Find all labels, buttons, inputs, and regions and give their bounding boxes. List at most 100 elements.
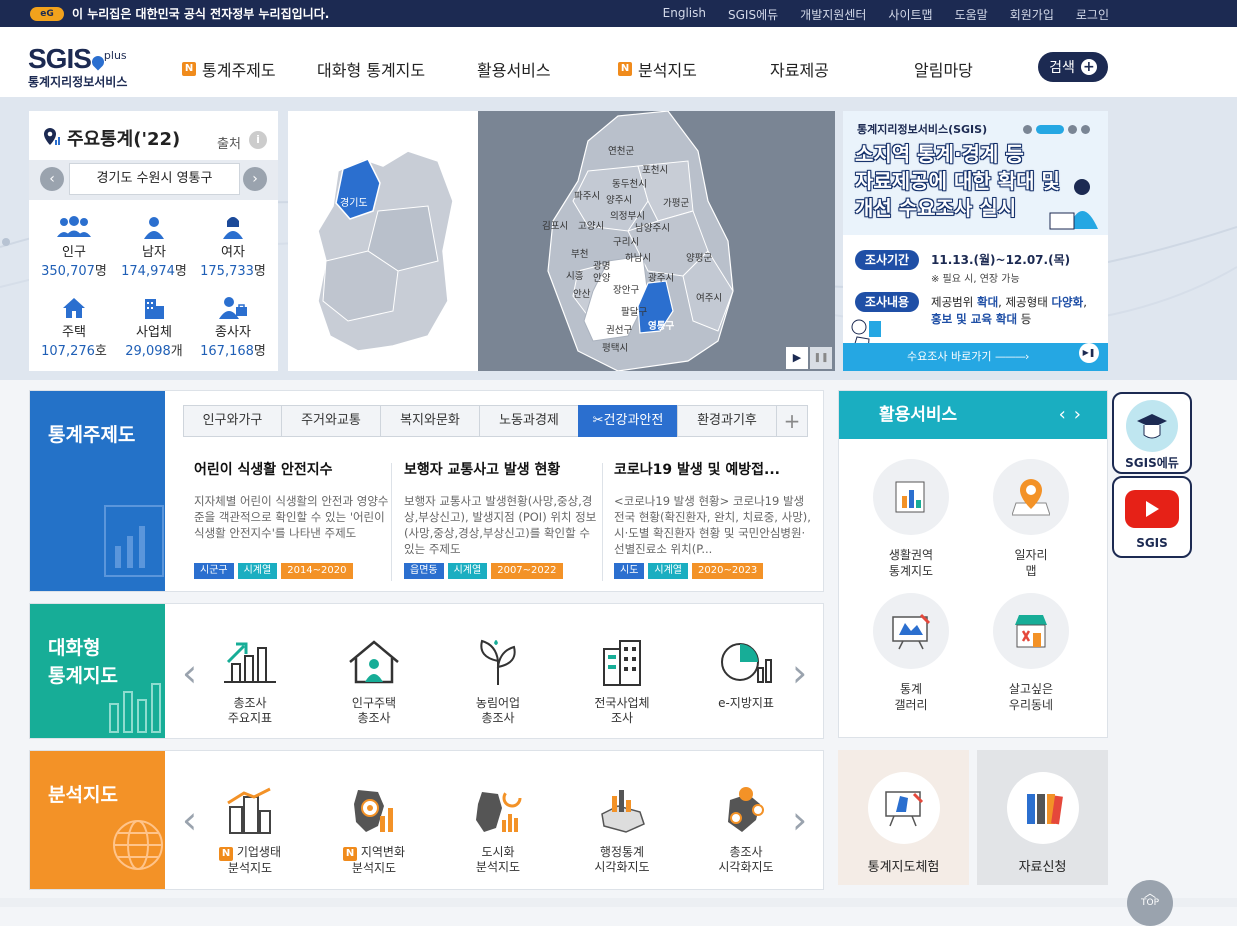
logo-plus: plus	[103, 49, 127, 62]
source-label: 출처	[217, 137, 241, 152]
man-icon	[113, 211, 195, 239]
admin-map-icon	[567, 783, 677, 839]
link-help[interactable]: 도움말	[955, 6, 988, 23]
scroll-top-button[interactable]: ︿ TOP	[1127, 880, 1173, 926]
tab-health-active[interactable]: ✂건강과안전	[578, 405, 677, 437]
utility-links: English SGIS에듀 개발지원센터 사이트맵 도움말 회원가입 로그인	[663, 6, 1109, 23]
tab-labor[interactable]: 노동과경제	[479, 405, 578, 437]
analysis-item[interactable]: 총조사 시각화지도	[691, 783, 801, 875]
nav-interactive-map[interactable]: 대화형 통계지도	[317, 57, 425, 81]
analysis-item[interactable]: N 지역변화 분석지도	[319, 783, 429, 876]
card-desc: 보행자 교통사고 발생현황(사망,중상,경상,부상신고), 발생지점 (POI)…	[404, 494, 597, 556]
services-nav: ‹›	[1059, 391, 1089, 439]
stat-housing: 주택 107,276호	[33, 291, 115, 359]
search-label: 검색	[1049, 60, 1075, 76]
map-play-button[interactable]: ▶	[786, 347, 808, 369]
analysis-item[interactable]: 행정통계 시각화지도	[567, 783, 677, 875]
analysis-item[interactable]: N 기업생태 분석지도	[195, 783, 305, 876]
services-next-button[interactable]: ›	[1074, 404, 1089, 425]
region-name[interactable]: 경기도 수원시 영통구	[69, 163, 240, 195]
region-next-button[interactable]: ›	[243, 167, 267, 191]
top-bar: eG 이 누리집은 대한민국 공식 전자정부 누리집입니다. English S…	[0, 0, 1237, 27]
search-button[interactable]: 검색 +	[1038, 52, 1108, 82]
banner-pager[interactable]	[1023, 125, 1090, 134]
interactive-item[interactable]: e-지방지표	[691, 634, 801, 711]
svg-text:하남시: 하남시	[625, 252, 651, 264]
add-tab-button[interactable]: +	[776, 405, 808, 437]
new-badge: N	[618, 62, 632, 76]
card-desc: 지자체별 어린이 식생활의 안전과 영양수준을 객관적으로 확인할 수 있는 '…	[194, 494, 389, 540]
easel-map-icon	[867, 772, 940, 844]
interactive-item[interactable]: 인구주택 총조사	[319, 634, 429, 726]
tab-housing[interactable]: 주거와교통	[281, 405, 380, 437]
link-sitemap[interactable]: 사이트맵	[888, 6, 932, 23]
sgis-logo[interactable]: SGIS plus 통계지리정보서비스	[28, 43, 127, 90]
stat-label: 남자	[142, 245, 166, 260]
promo-banner[interactable]: 통계지리정보서비스(SGIS) 소지역 통계·경계 등 자료제공에 대한 확대 …	[843, 111, 1108, 371]
stat-workers: 종사자 167,168명	[192, 291, 274, 359]
bar-decor-icon	[109, 683, 161, 733]
svg-text:고양시: 고양시	[578, 221, 604, 232]
nav-notice[interactable]: 알림마당	[914, 57, 973, 81]
region-prev-button[interactable]: ‹	[40, 167, 64, 191]
gallery-icon	[873, 593, 949, 669]
card-tags: 시도 시계열 2020~2023	[614, 563, 814, 579]
data-request-box[interactable]: 자료신청	[977, 750, 1108, 885]
map-experience-box[interactable]: 통계지도체험	[838, 750, 969, 885]
banner-org: 통계지리정보서비스(SGIS)	[857, 123, 988, 136]
analysis-item[interactable]: 도시화 분석지도	[443, 783, 553, 875]
link-signup[interactable]: 회원가입	[1010, 6, 1054, 23]
survey-link[interactable]: 수요조사 바로가기 ———›	[843, 343, 1108, 371]
theme-map-section: 통계주제도 인구와가구 주거와교통 복지와문화 노동과경제 ✂건강과안전 환경과…	[29, 390, 824, 592]
tab-environment[interactable]: 환경과기후	[677, 405, 776, 437]
nav-data[interactable]: 자료제공	[770, 57, 829, 81]
interactive-item[interactable]: 농림어업 총조사	[443, 634, 553, 726]
area-chart-icon	[873, 459, 949, 535]
region-map[interactable]: 경기도 연천군 포천시 동두천시 파주시 양주시 가평군 의정부시 김포시 고양…	[288, 111, 835, 371]
svg-text:팔달구: 팔달구	[621, 306, 647, 318]
svg-text:파주시: 파주시	[574, 191, 600, 202]
stat-business: 사업체 29,098개	[113, 291, 195, 359]
svg-text:남양주시: 남양주시	[635, 223, 670, 234]
service-item[interactable]: 생활권역 통계지도	[861, 459, 961, 579]
nav-services[interactable]: 활용서비스	[477, 57, 551, 81]
theme-card[interactable]: 코로나19 발생 및 예방접... <코로나19 발생 현황> 코로나19 발생…	[614, 459, 814, 579]
job-map-icon	[993, 459, 1069, 535]
stat-female: 여자 175,733명	[192, 211, 274, 279]
link-dev-center[interactable]: 개발지원센터	[800, 6, 866, 23]
interactive-item[interactable]: 전국사업체 조사	[567, 634, 677, 726]
nav-label: 통계주제도	[202, 61, 276, 80]
link-login[interactable]: 로그인	[1076, 6, 1109, 23]
link-sgis-edu[interactable]: SGIS에듀	[728, 6, 778, 23]
nav-analysis-map[interactable]: N 분석지도	[618, 57, 697, 81]
key-stats-panel: 주요통계('22) 출처 i ‹ 경기도 수원시 영통구 › 인구 350,70…	[29, 111, 278, 371]
analysis-map-section: 분석지도 ‹ › N 기업생태 분석지도 N 지역변화 분석지도 도시화 분석지도 행…	[29, 750, 824, 890]
nav-theme-map[interactable]: N 통계주제도	[182, 57, 276, 81]
map-pause-button[interactable]: ❚❚	[810, 347, 832, 369]
banner-play-icon[interactable]: ▶❚	[1079, 343, 1099, 363]
service-item[interactable]: 일자리 맵	[981, 459, 1081, 579]
services-prev-button[interactable]: ‹	[1059, 404, 1074, 425]
tab-population[interactable]: 인구와가구	[183, 405, 281, 437]
tab-welfare[interactable]: 복지와문화	[380, 405, 479, 437]
theme-card[interactable]: 어린이 식생활 안전지수 지자체별 어린이 식생활의 안전과 영양수준을 객관적…	[194, 459, 394, 579]
theme-card[interactable]: 보행자 교통사고 발생 현황 보행자 교통사고 발생현황(사망,중상,경상,부상…	[404, 459, 604, 579]
sgis-edu-quicklink[interactable]: SGIS에듀	[1112, 392, 1192, 474]
interactive-item[interactable]: 총조사 주요지표	[195, 634, 305, 726]
house-person-icon	[319, 634, 429, 690]
stat-value: 174,974명	[121, 264, 187, 279]
stat-label: 여자	[221, 245, 245, 260]
service-item[interactable]: 통계 갤러리	[861, 593, 961, 713]
gov-logo: eG	[30, 6, 64, 21]
info-icon[interactable]: i	[249, 131, 267, 149]
link-english[interactable]: English	[663, 6, 706, 23]
svg-text:양평군: 양평군	[686, 253, 712, 264]
region-selector: ‹ 경기도 수원시 영통구 ›	[29, 160, 278, 200]
svg-text:김포시: 김포시	[542, 220, 568, 232]
person-laptop-icon	[1049, 179, 1098, 230]
card-title: 보행자 교통사고 발생 현황	[404, 462, 561, 478]
youtube-quicklink[interactable]: SGIS	[1112, 476, 1192, 558]
bar-chart-icon	[195, 634, 305, 690]
svg-text:구리시: 구리시	[613, 237, 639, 248]
service-item[interactable]: 살고싶은 우리동네	[981, 593, 1081, 713]
